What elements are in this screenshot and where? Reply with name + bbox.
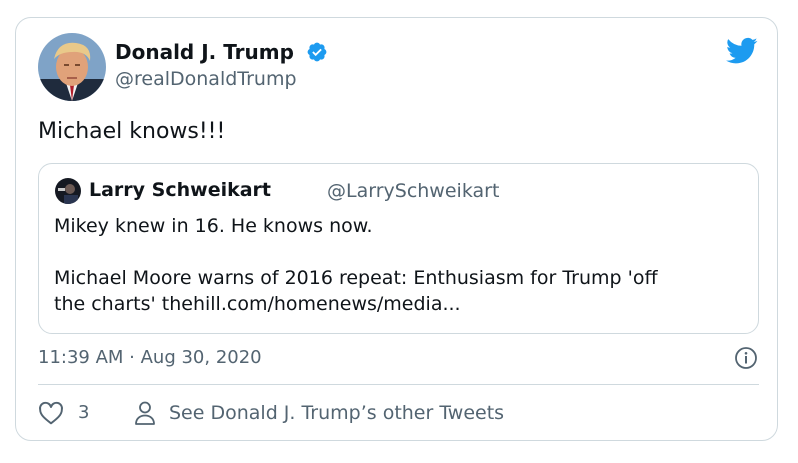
heart-icon[interactable] xyxy=(38,401,64,425)
verified-badge-icon xyxy=(307,42,327,62)
tweet-text: Michael knows!!! xyxy=(38,119,226,144)
author-handle[interactable]: @realDonaldTrump xyxy=(115,68,297,90)
tweet-card[interactable]: Donald J. Trump @realDonaldTrump Michael… xyxy=(15,17,778,441)
divider xyxy=(38,384,759,385)
quoted-tweet[interactable]: Larry Schweikart @LarrySchweikart Mikey … xyxy=(38,163,759,334)
quoted-author-handle[interactable]: @LarrySchweikart xyxy=(327,180,499,202)
quoted-author-name[interactable]: Larry Schweikart xyxy=(89,179,271,201)
like-count[interactable]: 3 xyxy=(78,402,89,423)
person-icon xyxy=(135,401,155,425)
quoted-text-line: Mikey knew in 16. He knows now. xyxy=(54,215,373,237)
quoted-text-line: Michael Moore warns of 2016 repeat: Enth… xyxy=(54,267,658,289)
quoted-tweet-text: Mikey knew in 16. He knows now. Michael … xyxy=(54,213,744,317)
quoted-text-line: the charts' thehill.com/homenews/media..… xyxy=(54,293,461,315)
info-icon[interactable] xyxy=(734,346,758,370)
see-other-tweets-link[interactable]: See Donald J. Trump’s other Tweets xyxy=(169,402,504,424)
tweet-timestamp[interactable]: 11:39 AM · Aug 30, 2020 xyxy=(38,347,262,368)
quoted-author-avatar[interactable] xyxy=(55,178,81,204)
author-avatar[interactable] xyxy=(38,33,106,101)
twitter-bird-icon[interactable] xyxy=(726,37,758,65)
author-name[interactable]: Donald J. Trump xyxy=(115,40,294,64)
